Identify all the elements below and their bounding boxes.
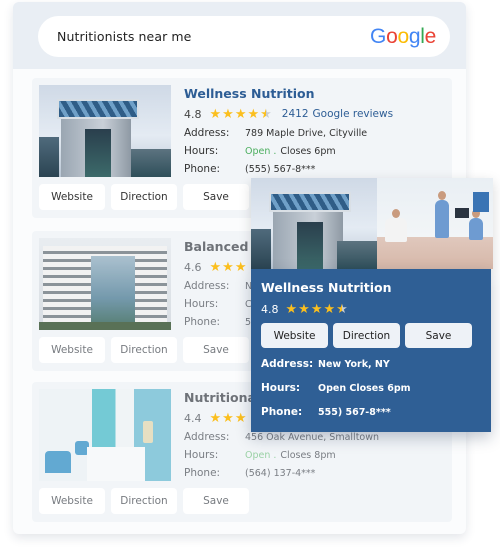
open-status: Open .	[245, 145, 277, 157]
popup-direction-button[interactable]: Direction	[333, 323, 400, 348]
popup-website-button[interactable]: Website	[261, 323, 328, 348]
star-rating: ★ ★ ★	[210, 261, 247, 274]
popup-hours-row: Hours: Open Closes 6pm	[261, 382, 411, 394]
direction-button[interactable]: Direction	[111, 337, 177, 363]
search-input[interactable]: Nutritionists near me Google	[38, 16, 450, 57]
hours-value: Closes 8pm	[280, 449, 336, 461]
direction-button[interactable]: Direction	[111, 184, 177, 210]
direction-button[interactable]: Direction	[111, 488, 177, 514]
popup-gallery	[251, 178, 493, 269]
website-button[interactable]: Website	[39, 488, 105, 514]
hours-row: Hours: Open . Closes 6pm	[184, 145, 336, 157]
popup-save-button[interactable]: Save	[405, 323, 472, 348]
popup-image-staff	[377, 178, 493, 269]
star-icon: ★	[209, 106, 222, 122]
phone-value: (564) 137-4***	[245, 467, 316, 479]
star-icon: ★	[234, 410, 247, 426]
listing-name[interactable]: Wellness Nutrition	[184, 86, 446, 104]
star-icon: ★	[336, 301, 348, 317]
star-icon: ★	[323, 301, 336, 317]
star-icon: ★	[298, 301, 310, 317]
popup-address-value: New York, NY	[318, 358, 390, 370]
website-button[interactable]: Website	[39, 337, 105, 363]
open-status: Open .	[245, 449, 277, 461]
phone-row: Phone: (555) 567-8***	[184, 163, 316, 175]
popup-image-building	[251, 178, 377, 269]
popup-rating-value: 4.8	[261, 302, 279, 316]
rating-value: 4.4	[184, 411, 202, 425]
listing-image	[39, 85, 171, 177]
address-value: 789 Maple Drive, Cityville	[245, 127, 368, 139]
search-header: Nutritionists near me Google	[13, 2, 466, 69]
star-icon: ★	[222, 259, 234, 275]
website-button[interactable]: Website	[39, 184, 105, 210]
star-icon: ★	[222, 106, 234, 122]
reviews-link[interactable]: 2412 Google reviews	[282, 108, 393, 120]
star-icon: ★	[247, 106, 260, 122]
star-rating: ★ ★ ★ ★ ★	[210, 108, 272, 121]
hours-value: Closes 6pm	[280, 145, 336, 157]
popup-rating-row: 4.8 ★ ★ ★ ★ ★	[261, 300, 481, 318]
star-icon: ★	[209, 410, 222, 426]
phone-value: (555) 567-8***	[245, 163, 316, 175]
star-rating: ★ ★ ★ ★ ★	[286, 303, 348, 316]
listing-image	[39, 238, 171, 330]
hours-row: Hours: Open . Closes 8pm	[184, 449, 336, 461]
popup-business-name: Wellness Nutrition	[261, 280, 392, 295]
save-button[interactable]: Save	[183, 337, 249, 363]
save-button[interactable]: Save	[183, 488, 249, 514]
popup-address-row: Address: New York, NY	[261, 358, 390, 370]
phone-row: Phone: (564) 137-4***	[184, 467, 316, 479]
star-icon: ★	[285, 301, 298, 317]
star-icon: ★	[209, 259, 222, 275]
search-query: Nutritionists near me	[57, 29, 192, 44]
popup-phone-value: 555) 567-8***	[318, 406, 391, 418]
popup-phone-row: Phone: 555) 567-8***	[261, 406, 391, 418]
star-icon: ★	[310, 301, 323, 317]
rating-row: 4.8 ★ ★ ★ ★ ★ 2412 Google reviews	[184, 104, 446, 124]
rating-value: 4.6	[184, 260, 202, 274]
address-row: Address: 789 Maple Drive, Cityville	[184, 127, 368, 139]
business-detail-popup: Wellness Nutrition 4.8 ★ ★ ★ ★ ★ Website Dir…	[251, 269, 491, 432]
star-icon: ★	[260, 106, 272, 122]
google-logo: Google	[370, 24, 436, 48]
star-rating: ★ ★ ★	[210, 412, 247, 425]
rating-value: 4.8	[184, 107, 202, 121]
listing-image	[39, 389, 171, 481]
star-icon: ★	[222, 410, 234, 426]
star-icon: ★	[234, 106, 247, 122]
save-button[interactable]: Save	[183, 184, 249, 210]
popup-hours-value: Open Closes 6pm	[318, 382, 411, 394]
address-value: 456 Oak Avenue, Smalltown	[245, 431, 380, 443]
star-icon: ★	[234, 259, 247, 275]
